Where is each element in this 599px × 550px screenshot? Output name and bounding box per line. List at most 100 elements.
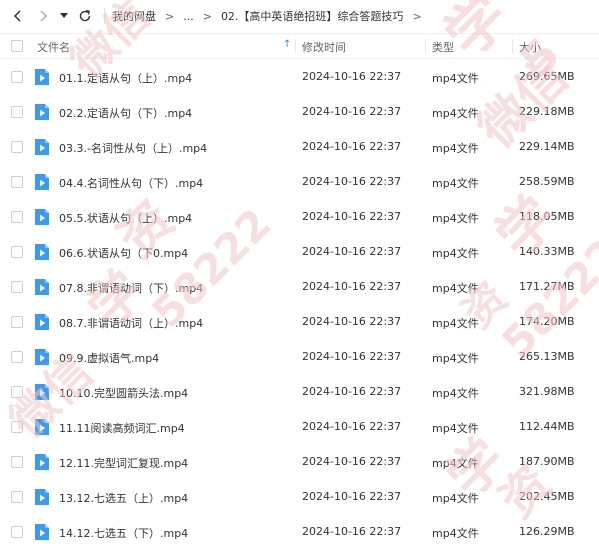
file-type: mp4文件 <box>432 107 479 120</box>
column-divider[interactable] <box>295 39 296 53</box>
history-dropdown[interactable] <box>56 6 72 26</box>
breadcrumb-current[interactable]: 02.【高中英语绝招班】综合答题技巧 <box>221 8 404 24</box>
refresh-icon <box>79 9 91 22</box>
file-type: mp4文件 <box>432 317 479 330</box>
file-type: mp4文件 <box>432 492 479 505</box>
file-name[interactable]: 02.2.定语从句（下）.mp4 <box>59 105 192 121</box>
row-checkbox[interactable] <box>11 281 23 293</box>
file-row[interactable]: 09.9.虚拟语气.mp4 2024-10-16 22:37 mp4文件 265.13… <box>0 339 599 374</box>
column-divider[interactable] <box>512 39 513 53</box>
file-size: 187.90MB <box>519 455 575 468</box>
breadcrumb-ellipsis[interactable]: ... <box>183 10 194 23</box>
file-name[interactable]: 05.5.状语从句（上）.mp4 <box>59 210 192 226</box>
row-checkbox[interactable] <box>11 456 23 468</box>
file-row[interactable]: 14.12.七选五（下）.mp4 2024-10-16 22:37 mp4文件 126… <box>0 514 599 549</box>
file-row[interactable]: 12.11.完型词汇复现.mp4 2024-10-16 22:37 mp4文件 187… <box>0 444 599 479</box>
row-checkbox[interactable] <box>11 421 23 433</box>
file-name[interactable]: 09.9.虚拟语气.mp4 <box>59 350 159 366</box>
header-type[interactable]: 类型 <box>432 39 454 55</box>
file-date: 2024-10-16 22:37 <box>302 525 402 538</box>
file-name[interactable]: 06.6.状语从句（下0.mp4 <box>59 245 188 261</box>
column-divider[interactable] <box>425 39 426 53</box>
file-name[interactable]: 03.3.-名词性从句（上）.mp4 <box>59 140 207 156</box>
file-size: 112.44MB <box>519 420 575 433</box>
video-file-icon <box>35 419 49 435</box>
file-row[interactable]: 10.10.完型圆箭头法.mp4 2024-10-16 22:37 mp4文件 321… <box>0 374 599 409</box>
file-row[interactable]: 11.11阅读高频词汇.mp4 2024-10-16 22:37 mp4文件 112.… <box>0 409 599 444</box>
file-date: 2024-10-16 22:37 <box>302 385 402 398</box>
file-size: 202.45MB <box>519 490 575 503</box>
file-row[interactable]: 04.4.名词性从句（下）.mp4 2024-10-16 22:37 mp4文件 25… <box>0 164 599 199</box>
file-name[interactable]: 07.8.非谓语动词（下）.mp4 <box>59 280 203 296</box>
file-type: mp4文件 <box>432 282 479 295</box>
row-checkbox[interactable] <box>11 386 23 398</box>
file-name[interactable]: 11.11阅读高频词汇.mp4 <box>59 420 185 436</box>
back-button[interactable] <box>8 6 28 26</box>
file-date: 2024-10-16 22:37 <box>302 245 402 258</box>
file-size: 258.59MB <box>519 175 575 188</box>
file-size: 265.13MB <box>519 350 575 363</box>
file-row[interactable]: 03.3.-名词性从句（上）.mp4 2024-10-16 22:37 mp4文件 2… <box>0 129 599 164</box>
row-checkbox[interactable] <box>11 211 23 223</box>
file-date: 2024-10-16 22:37 <box>302 70 402 83</box>
forward-button[interactable] <box>33 6 53 26</box>
file-name[interactable]: 01.1.定语从句（上）.mp4 <box>59 70 192 86</box>
row-checkbox[interactable] <box>11 246 23 258</box>
navigation-bar: 我的网盘 > ... > 02.【高中英语绝招班】综合答题技巧 > <box>0 0 599 32</box>
video-file-icon <box>35 349 49 365</box>
file-type: mp4文件 <box>432 247 479 260</box>
row-checkbox[interactable] <box>11 526 23 538</box>
file-date: 2024-10-16 22:37 <box>302 210 402 223</box>
file-date: 2024-10-16 22:37 <box>302 105 402 118</box>
header-size[interactable]: 大小 <box>519 39 541 55</box>
header-name[interactable]: 文件名 <box>37 39 70 55</box>
video-file-icon <box>35 524 49 540</box>
file-name[interactable]: 04.4.名词性从句（下）.mp4 <box>59 175 203 191</box>
file-row[interactable]: 05.5.状语从句（上）.mp4 2024-10-16 22:37 mp4文件 118… <box>0 199 599 234</box>
file-name[interactable]: 10.10.完型圆箭头法.mp4 <box>59 385 188 401</box>
video-file-icon <box>35 174 49 190</box>
file-size: 269.65MB <box>519 70 575 83</box>
breadcrumb-root[interactable]: 我的网盘 <box>112 8 156 24</box>
breadcrumb: 我的网盘 > ... > 02.【高中英语绝招班】综合答题技巧 > <box>112 8 431 24</box>
file-row[interactable]: 01.1.定语从句（上）.mp4 2024-10-16 22:37 mp4文件 269… <box>0 59 599 94</box>
row-checkbox[interactable] <box>11 491 23 503</box>
video-file-icon <box>35 314 49 330</box>
file-row[interactable]: 02.2.定语从句（下）.mp4 2024-10-16 22:37 mp4文件 229… <box>0 94 599 129</box>
file-date: 2024-10-16 22:37 <box>302 140 402 153</box>
file-type: mp4文件 <box>432 527 479 540</box>
row-checkbox[interactable] <box>11 316 23 328</box>
row-checkbox[interactable] <box>11 351 23 363</box>
select-all-checkbox[interactable] <box>11 40 23 52</box>
breadcrumb-chevron-icon: > <box>202 9 212 23</box>
video-file-icon <box>35 384 49 400</box>
file-type: mp4文件 <box>432 212 479 225</box>
file-row[interactable]: 08.7.非谓语动词（上）.mp4 2024-10-16 22:37 mp4文件 17… <box>0 304 599 339</box>
row-checkbox[interactable] <box>11 141 23 153</box>
file-type: mp4文件 <box>432 387 479 400</box>
file-row[interactable]: 07.8.非谓语动词（下）.mp4 2024-10-16 22:37 mp4文件 17… <box>0 269 599 304</box>
file-date: 2024-10-16 22:37 <box>302 420 402 433</box>
header-date[interactable]: 修改时间 <box>302 39 346 55</box>
video-file-icon <box>35 69 49 85</box>
sort-ascending-icon[interactable]: ↑ <box>283 39 291 50</box>
row-checkbox[interactable] <box>11 71 23 83</box>
file-row[interactable]: 06.6.状语从句（下0.mp4 2024-10-16 22:37 mp4文件 140… <box>0 234 599 269</box>
file-name[interactable]: 08.7.非谓语动词（上）.mp4 <box>59 315 203 331</box>
file-name[interactable]: 14.12.七选五（下）.mp4 <box>59 525 188 541</box>
file-name[interactable]: 12.11.完型词汇复现.mp4 <box>59 455 188 471</box>
file-row[interactable]: 13.12.七选五（上）.mp4 2024-10-16 22:37 mp4文件 202… <box>0 479 599 514</box>
breadcrumb-chevron-icon: > <box>165 9 175 23</box>
file-size: 118.05MB <box>519 210 575 223</box>
row-checkbox[interactable] <box>11 176 23 188</box>
refresh-button[interactable] <box>75 6 95 26</box>
file-name[interactable]: 13.12.七选五（上）.mp4 <box>59 490 188 506</box>
row-checkbox[interactable] <box>11 106 23 118</box>
file-size: 321.98MB <box>519 385 575 398</box>
nav-separator <box>104 8 105 24</box>
chevron-right-icon <box>40 10 48 22</box>
video-file-icon <box>35 139 49 155</box>
file-size: 126.29MB <box>519 525 575 538</box>
chevron-left-icon <box>13 10 21 22</box>
breadcrumb-chevron-icon[interactable]: > <box>412 10 421 23</box>
